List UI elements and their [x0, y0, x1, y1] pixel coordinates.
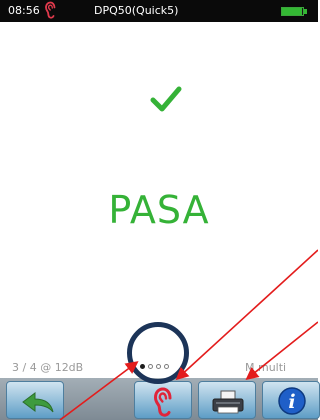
info-label: i	[288, 391, 295, 413]
mode-text-partial: M	[245, 361, 255, 374]
status-bar: 08:56 DPQ50(Quick5)	[0, 0, 318, 22]
back-arrow-icon	[22, 392, 54, 413]
battery-fill	[282, 8, 302, 15]
info-button[interactable]: i	[262, 381, 320, 419]
check-icon	[150, 86, 182, 112]
ear-icon	[153, 387, 172, 417]
result-text: PASA	[108, 188, 210, 232]
highlight-circle	[127, 322, 189, 384]
mode-text: multi	[258, 361, 287, 374]
ear-button[interactable]	[134, 381, 192, 419]
bottom-toolbar: i	[0, 378, 320, 420]
device-title: DPQ50(Quick5)	[94, 4, 179, 17]
ear-icon	[45, 1, 56, 19]
print-button[interactable]	[198, 381, 256, 419]
printer-icon	[212, 390, 244, 414]
back-button[interactable]	[6, 381, 64, 419]
progress-text: 3 / 4 @ 12dB	[12, 361, 84, 374]
info-icon: i	[278, 387, 306, 415]
battery-indicator	[281, 7, 308, 16]
status-time: 08:56	[8, 4, 40, 17]
